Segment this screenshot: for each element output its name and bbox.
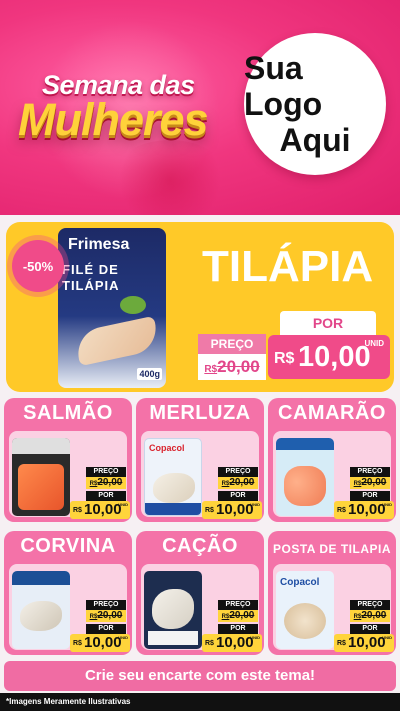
old-price-label: PREÇO <box>350 600 390 610</box>
salmon-package-image <box>12 438 70 516</box>
fish-fillet-graphic <box>20 601 62 631</box>
header-banner: Semana das Mulheres Sua Logo Aqui <box>0 0 400 215</box>
package-line-2: TILÁPIA <box>62 278 120 293</box>
package-label <box>12 438 70 454</box>
shrimp-graphic <box>284 466 326 506</box>
new-price-label: POR <box>218 624 258 634</box>
new-price-label: POR <box>350 624 390 634</box>
featured-price-value: 10,00 <box>298 341 371 373</box>
featured-new-price-label: POR <box>280 311 376 335</box>
old-price-label: PREÇO <box>86 600 126 610</box>
old-price-label: PREÇO <box>218 467 258 477</box>
fish-steak-graphic <box>152 589 194 629</box>
product-card-posta-tilapia[interactable]: POSTA DE TILAPIA Copacol PREÇO R$20,00 P… <box>268 531 396 655</box>
footer-disclaimer: *Imagens Meramente Ilustrativas <box>0 693 400 711</box>
featured-unit: UNID <box>364 339 384 348</box>
shrimp-package-image <box>276 438 334 516</box>
product-name: SALMÃO <box>23 402 113 424</box>
package-brand: Frimesa <box>68 236 130 253</box>
new-price-label: POR <box>86 491 126 501</box>
product-name: POSTA DE TILAPIA <box>272 542 391 556</box>
new-price-label: POR <box>350 491 390 501</box>
cacao-package-image <box>144 571 202 649</box>
product-card-camarao[interactable]: CAMARÃO PREÇO R$20,00 POR R$ 10,00 UNID <box>268 398 396 522</box>
product-card-merluza[interactable]: MERLUZA Copacol PREÇO R$20,00 POR R$ 10,0… <box>136 398 264 522</box>
product-name: MERLUZA <box>149 402 251 424</box>
featured-old-price: R$20,00 <box>198 354 266 380</box>
posta-tilapia-package-image: Copacol <box>276 571 334 649</box>
old-price: R$20,00 <box>218 477 258 489</box>
logo-line-2: Aqui <box>279 122 351 158</box>
new-price: R$ 10,00 UNID <box>334 634 394 652</box>
garnish-graphic <box>120 296 146 314</box>
new-price: R$ 10,00 UNID <box>202 634 262 652</box>
featured-product-name: TILÁPIA <box>202 242 374 291</box>
fish-steak-graphic <box>284 603 326 639</box>
fish-fillet-graphic <box>153 473 195 503</box>
logo-line-1: Sua Logo <box>244 50 323 122</box>
featured-new-price: R$ 10,00 UNID <box>268 335 390 379</box>
new-price: R$ 10,00 UNID <box>70 634 130 652</box>
new-price-label: POR <box>218 491 258 501</box>
fillet-graphic <box>73 315 161 367</box>
discount-badge: -50% <box>12 240 64 292</box>
title-main: Mulheres <box>18 94 209 145</box>
new-price: R$ 10,00 UNID <box>202 501 262 519</box>
product-name: CAMARÃO <box>278 402 386 424</box>
featured-currency: R$ <box>274 350 295 367</box>
old-price-label: PREÇO <box>86 467 126 477</box>
package-label <box>148 631 198 645</box>
package-line-1: FILÉ DE <box>62 262 119 277</box>
old-price: R$20,00 <box>350 477 390 489</box>
merluza-package-image: Copacol <box>144 438 202 516</box>
old-price: R$20,00 <box>86 610 126 622</box>
old-price-label: PREÇO <box>350 467 390 477</box>
new-price: R$ 10,00 UNID <box>70 501 130 519</box>
package-weight: 400g <box>137 368 162 380</box>
salmon-fillet-graphic <box>18 464 64 510</box>
new-price-label: POR <box>86 624 126 634</box>
package-brand: Copacol <box>280 577 320 588</box>
old-price-label: PREÇO <box>218 600 258 610</box>
package-brand: Copacol <box>149 443 185 453</box>
old-price: R$20,00 <box>218 610 258 622</box>
product-name: CORVINA <box>20 535 116 557</box>
product-card-corvina[interactable]: CORVINA PREÇO R$20,00 POR R$ 10,00 UNID <box>4 531 132 655</box>
corvina-package-image <box>12 571 70 649</box>
old-price: R$20,00 <box>86 477 126 489</box>
logo-placeholder[interactable]: Sua Logo Aqui <box>244 33 386 175</box>
old-price: R$20,00 <box>350 610 390 622</box>
product-name: CAÇÃO <box>162 535 238 557</box>
package-stripe <box>145 503 201 515</box>
product-card-cacao[interactable]: CAÇÃO PREÇO R$20,00 POR R$ 10,00 UNID <box>136 531 264 655</box>
package-label <box>12 571 70 585</box>
header-heart-glow <box>110 140 230 215</box>
product-card-salmao[interactable]: SALMÃO PREÇO R$20,00 POR R$ 10,00 UNID <box>4 398 132 522</box>
package-label <box>276 438 334 450</box>
featured-old-price-label: PREÇO <box>198 334 266 354</box>
cta-banner[interactable]: Crie seu encarte com este tema! <box>4 661 396 691</box>
tilapia-package-image: Frimesa FILÉ DE TILÁPIA 400g <box>58 228 166 388</box>
new-price: R$ 10,00 UNID <box>334 501 394 519</box>
